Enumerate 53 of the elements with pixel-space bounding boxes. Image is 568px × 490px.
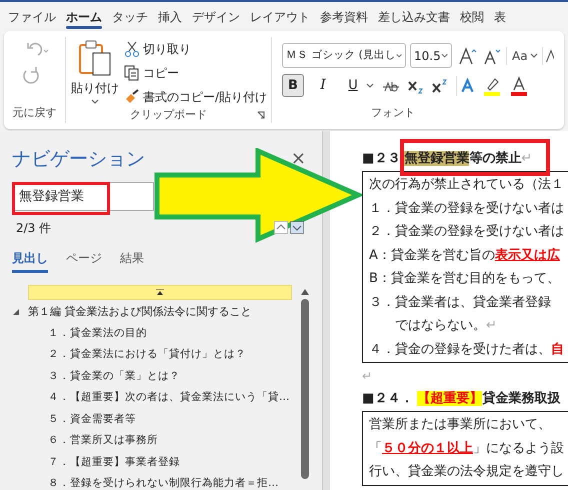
underline-button[interactable]: U xyxy=(342,74,364,97)
text-line: １．貸金業の登録を受けない者は xyxy=(369,200,564,218)
ribbon-tab[interactable]: 差し込み文書 xyxy=(374,2,454,31)
ribbon-tab[interactable]: 参考資料 xyxy=(316,2,372,31)
tree-item[interactable]: ８．登録を受けられない制限行為能力者＝拒… xyxy=(48,476,278,490)
ribbon-tab[interactable]: デザイン xyxy=(188,2,244,31)
group-label: クリップボード xyxy=(130,107,207,123)
font-name-dropdown[interactable]: ＭＳ ゴシック (見出し xyxy=(282,43,406,68)
change-case-button[interactable]: Aa xyxy=(506,46,538,64)
text-line: 次の行為が禁止されている（法１ xyxy=(369,176,564,194)
pane-tab[interactable]: 見出し xyxy=(12,246,48,272)
font-size-dropdown[interactable]: 10.5 xyxy=(410,43,452,68)
tree-item[interactable]: ２．貸金業法における「貸付け」とは？ xyxy=(48,347,246,364)
text-line: 行い、貸金業の法令規定を遵守し xyxy=(369,463,564,481)
copy-button[interactable]: コピー xyxy=(124,63,268,83)
group-label: 元に戻す xyxy=(12,104,56,120)
ribbon-tab[interactable]: ホーム xyxy=(62,2,106,31)
text-line: ４．貸金の登録を受けた者は、自 xyxy=(369,340,564,358)
section-number: ■２４． xyxy=(362,390,414,408)
paste-button[interactable]: 貼り付け xyxy=(66,37,124,107)
text-line: 「５０分の１以上」になるよう設 xyxy=(369,440,564,458)
section-heading: 【超重要】貸金業務取扱 xyxy=(417,390,560,408)
tree-item[interactable]: ６．営業所又は事務所 xyxy=(48,433,158,450)
ribbon-tab[interactable]: ファイル xyxy=(4,2,60,31)
text-line: A：貸金業を営む旨の表示又は広 xyxy=(369,246,560,264)
text-line: B：貸金業を営む目的をもって、 xyxy=(369,270,560,288)
bold-button[interactable]: B xyxy=(282,74,304,97)
pane-tab[interactable]: 結果 xyxy=(120,246,144,272)
ribbon-tab[interactable]: レイアウト xyxy=(246,2,314,31)
tree-item[interactable]: １．貸金業法の目的 xyxy=(48,326,147,342)
ribbon-tab[interactable]: 表 xyxy=(490,2,510,31)
ribbon-tab[interactable]: タッチ xyxy=(108,2,152,31)
close-button[interactable]: × xyxy=(290,150,306,168)
text-line: ３．貸金業者は、貸金業者登録 xyxy=(369,294,551,312)
tree-item[interactable]: 第１編 貸金業法および関係法令に関すること xyxy=(28,304,252,320)
text-line: ２．貸金業の登録を受けない者は xyxy=(369,223,564,241)
italic-button[interactable]: I xyxy=(312,74,334,97)
ribbon-tab[interactable]: 校閲 xyxy=(456,2,488,31)
group-label: フォント xyxy=(371,104,415,120)
tree-item[interactable]: ７．【超重要】事業者登録 xyxy=(48,454,180,471)
tree-item[interactable]: ３．貸金業の「業」とは？ xyxy=(48,368,180,385)
ribbon-tab[interactable]: 挿入 xyxy=(154,2,186,31)
pane-title: ナビゲーション xyxy=(12,147,146,172)
result-count: 2/3 件 xyxy=(15,220,52,236)
text-line: 営業所または事業所において、 xyxy=(369,416,551,434)
tree-item[interactable]: ４．【超重要】次の者は、貸金業法にいう「貸… xyxy=(48,390,290,406)
cut-button[interactable]: 切り取り xyxy=(124,39,268,59)
paragraph-mark: ↵ xyxy=(362,368,372,385)
format-painter-button[interactable]: 書式のコピー/貼り付け xyxy=(124,87,268,107)
pane-tab[interactable]: ページ xyxy=(66,246,102,272)
text-line: ではならない。↵ xyxy=(394,317,497,335)
section-number: ■２３ xyxy=(362,150,400,168)
tree-item[interactable]: ５．資金需要者等 xyxy=(48,412,136,428)
